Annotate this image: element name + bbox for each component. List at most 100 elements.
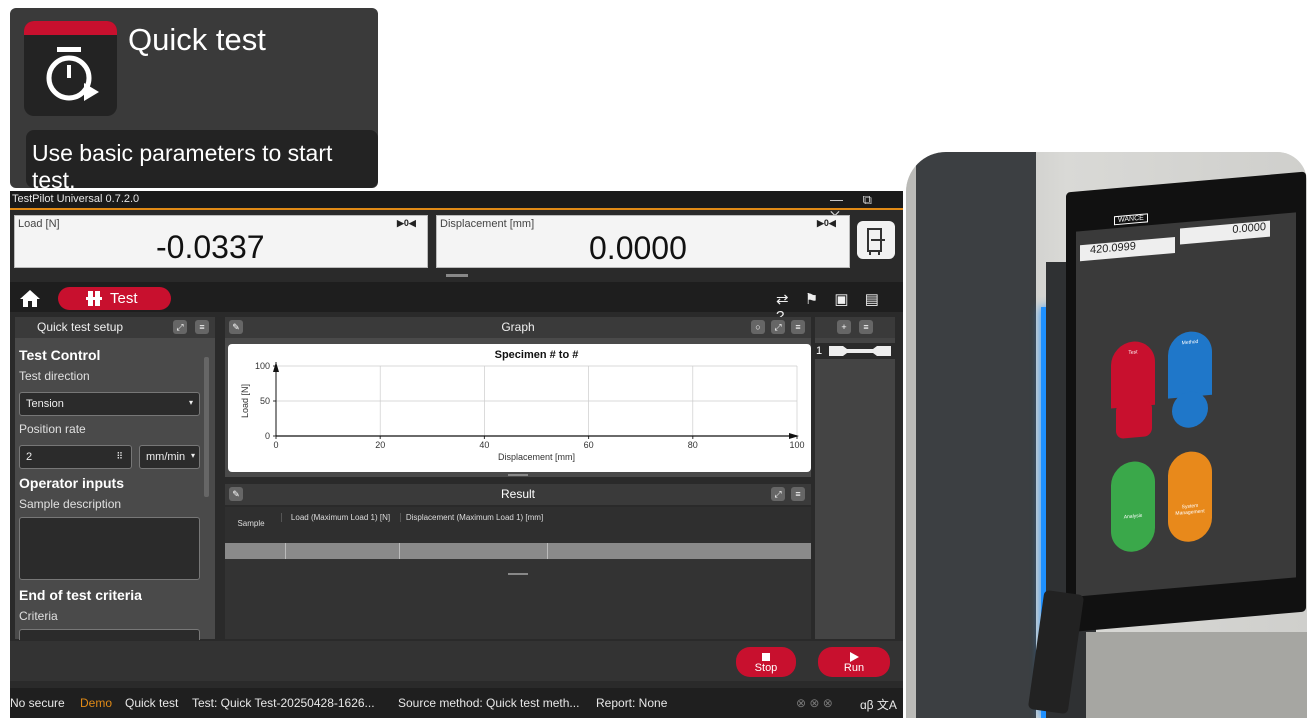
x-tick-label: 20: [375, 440, 385, 450]
add-icon[interactable]: +: [837, 320, 851, 334]
status-test[interactable]: Test: Quick Test-20250428-1626...: [192, 696, 375, 710]
x-tick-label: 80: [688, 440, 698, 450]
resize-handle[interactable]: [446, 274, 468, 277]
edit-icon[interactable]: ✎: [229, 487, 243, 501]
photo-load-value: 420.0999: [1080, 236, 1175, 262]
home-icon[interactable]: [18, 288, 42, 308]
operator-inputs-heading: Operator inputs: [19, 475, 125, 491]
photo-system-card: System Management: [1168, 449, 1212, 544]
window-title: TestPilot Universal 0.7.2.0: [12, 193, 140, 205]
result-table-body: [225, 559, 811, 639]
load-displacement-chart: Specimen # to # 0 20 40 60 80 100 0 50 100 Displac…: [240, 349, 805, 462]
floor: [1086, 632, 1307, 718]
x-axis-label: Displacement [mm]: [498, 452, 575, 462]
menu-icon[interactable]: ≡: [791, 320, 805, 334]
x-tick-label: 0: [273, 440, 278, 450]
displacement-readout: Displacement [mm] 0.0000 ▶0◀: [436, 215, 850, 268]
scrollbar[interactable]: [204, 357, 209, 497]
machine-status-button[interactable]: [857, 221, 895, 259]
load-readout: Load [N] -0.0337 ▶0◀: [14, 215, 428, 268]
run-label: Run: [843, 662, 865, 674]
machine-column: [916, 152, 1036, 718]
position-rate-input[interactable]: 2 ⠿: [19, 445, 132, 469]
specimen-panel: + ≡ 1: [815, 317, 895, 639]
column-displacement[interactable]: Displacement (Maximum Load 1) [mm]: [400, 513, 548, 522]
reset-zoom-icon[interactable]: ○: [751, 320, 765, 334]
y-tick-label: 50: [260, 396, 270, 406]
status-source[interactable]: Source method: Quick test meth...: [398, 696, 579, 710]
stopwatch-icon: [24, 21, 117, 116]
position-rate-label: Position rate: [19, 422, 86, 436]
y-axis-arrow: [273, 362, 279, 372]
quick-test-tile[interactable]: Quick test Use basic parameters to start…: [10, 8, 378, 193]
test-machine-icon: [86, 290, 102, 307]
setup-panel-header: Quick test setup ⤢ ≡: [15, 317, 215, 338]
status-report[interactable]: Report: None: [596, 696, 667, 710]
run-button[interactable]: Run: [818, 647, 890, 677]
column-load[interactable]: Load (Maximum Load 1) [N]: [281, 513, 399, 522]
status-type: Quick test: [125, 696, 179, 710]
test-direction-select[interactable]: Tension ▾: [19, 392, 200, 416]
language-icon[interactable]: ɑβ 文A: [860, 696, 897, 713]
chevron-down-icon: ▾: [188, 398, 193, 407]
menu-icon[interactable]: ≡: [195, 320, 209, 334]
divider: [547, 543, 548, 559]
expand-icon[interactable]: ⤢: [173, 320, 187, 334]
photo-test-icon: [1116, 399, 1152, 440]
position-rate-unit-select[interactable]: mm/min ▾: [139, 445, 200, 469]
stop-label: Stop: [754, 662, 778, 674]
status-mode: Demo: [80, 696, 113, 710]
y-axis-label: Load [N]: [240, 384, 250, 418]
position-rate-unit: mm/min: [146, 451, 186, 463]
result-table-header: Sample Load (Maximum Load 1) [N] Displac…: [225, 507, 811, 543]
x-tick-label: 100: [789, 440, 804, 450]
resize-handle[interactable]: [508, 573, 528, 575]
sample-description-label: Sample description: [19, 497, 122, 511]
displacement-tare-button[interactable]: ▶0◀: [817, 218, 836, 229]
test-direction-value: Tension: [26, 398, 64, 410]
keypad-icon[interactable]: ⠿: [116, 451, 123, 462]
machine-photo: WANCE 420.0999 0.0000 Test Method Analys…: [906, 152, 1307, 718]
photo-displacement-value: 0.0000: [1180, 220, 1270, 245]
result-panel-title: Result: [500, 487, 535, 501]
menu-icon[interactable]: ≡: [791, 487, 805, 501]
status-security: No secure: [10, 696, 65, 710]
expand-icon[interactable]: ⤢: [771, 320, 785, 334]
displacement-value: 0.0000: [589, 230, 687, 266]
position-rate-value: 2: [26, 451, 33, 463]
divider: [285, 543, 286, 559]
stop-button[interactable]: Stop: [736, 647, 796, 677]
tile-title: Quick test: [128, 22, 266, 57]
chart-title: Specimen # to #: [495, 349, 579, 361]
specimen-panel-header: + ≡: [815, 317, 895, 338]
tile-description: Use basic parameters to start test.: [26, 130, 378, 193]
tab-test-label: Test: [110, 290, 138, 307]
table-row[interactable]: [225, 543, 811, 559]
menu-icon[interactable]: ≡: [859, 320, 873, 334]
test-direction-label: Test direction: [19, 369, 90, 383]
chevron-down-icon: ▾: [190, 451, 195, 460]
play-icon: [850, 652, 859, 662]
stop-icon: [762, 653, 770, 661]
column-sample[interactable]: Sample: [231, 519, 271, 528]
criteria-select[interactable]: [19, 629, 200, 640]
sample-description-field[interactable]: [19, 517, 200, 580]
status-indicator-icons: ⊗ ⊗ ⊗: [796, 696, 833, 710]
load-tare-button[interactable]: ▶0◀: [397, 218, 416, 229]
criteria-label: Criteria: [19, 609, 58, 623]
edit-icon[interactable]: ✎: [229, 320, 243, 334]
photo-method-icon: [1172, 390, 1208, 430]
displacement-label: Displacement [mm]: [440, 218, 535, 230]
tab-test[interactable]: Test: [58, 287, 171, 310]
graph-area[interactable]: Specimen # to # 0 20 40 60 80 100 0 50 100 Displac…: [228, 344, 811, 472]
resize-handle[interactable]: [508, 474, 528, 476]
x-tick-label: 40: [479, 440, 489, 450]
photo-method-card: Method: [1168, 329, 1212, 399]
monitor-screen: WANCE 420.0999 0.0000 Test Method Analys…: [1076, 212, 1296, 597]
expand-icon[interactable]: ⤢: [771, 487, 785, 501]
y-tick-label: 100: [255, 361, 270, 371]
specimen-item[interactable]: 1: [815, 343, 895, 359]
graph-panel-header: ✎ Graph ○ ⤢ ≡: [225, 317, 811, 338]
photo-test-card: Test: [1111, 339, 1155, 409]
divider: [399, 543, 400, 559]
